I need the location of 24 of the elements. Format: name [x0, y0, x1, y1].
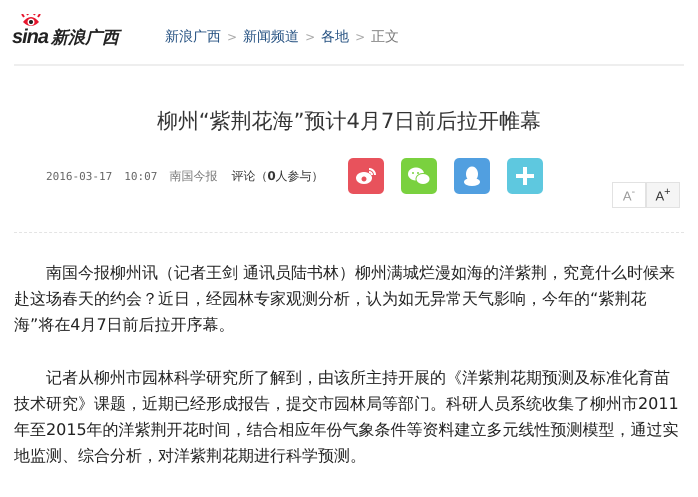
breadcrumb-link[interactable]: 新闻频道 [243, 28, 300, 46]
wechat-share-button[interactable] [400, 158, 437, 194]
breadcrumb-link[interactable]: 新浪广西 [165, 28, 221, 46]
plus-icon [514, 165, 536, 187]
article-paragraph: 记者从柳州市园林科学研究所了解到，由该所主持开展的《洋紫荆花期预测及标准化育苗技术研究》课题，近期已经形成报告，提交市园林局等部门。科研人员系统收集了柳州市2011年至2015年的洋紫荆开花时间，结合相应年份气象条件等资料建立多元线性预测模型，通过实地监测、综合分析，对洋紫荆花期进行科学预测。 [14, 367, 680, 467]
weibo-share-button[interactable] [348, 158, 384, 194]
chat-bubbles-icon [406, 166, 431, 186]
publish-date: 2016-03-17 [46, 170, 112, 182]
logo-text[interactable]: sina [12, 26, 48, 48]
qq-share-button[interactable] [454, 158, 490, 194]
article-title: 柳州“紫荆花海”预计4月7日前后拉开帷幕 [156, 108, 542, 135]
font-size-button[interactable]: A$^{+}$ [646, 182, 680, 208]
breadcrumb-link[interactable]: 正文 [371, 28, 400, 46]
article-paragraph: 南国今报柳州讯（记者王剑 通讯员陆书林）柳州满城烂漫如海的洋紫荆，究竟什么时候来赴这场春天的约会？近日，经园林专家观测分析，认为如无异常天气影响，今年的“紫荆花海”将在4月7日前后拉开序幕。 [14, 262, 676, 336]
more-share-button[interactable] [506, 158, 543, 194]
comment-link[interactable]: 评论（0人参与） [231, 168, 324, 184]
news-source[interactable]: 南国今报 [169, 168, 218, 184]
breadcrumb-separator: > [305, 30, 316, 44]
eye-icon [354, 166, 377, 186]
breadcrumb-separator: > [355, 30, 366, 44]
breadcrumb-link[interactable]: 各地 [321, 28, 350, 46]
publish-time: 10:07 [124, 170, 158, 182]
breadcrumb-separator: > [227, 30, 238, 44]
site-name[interactable]: 新浪广西 [51, 26, 120, 48]
